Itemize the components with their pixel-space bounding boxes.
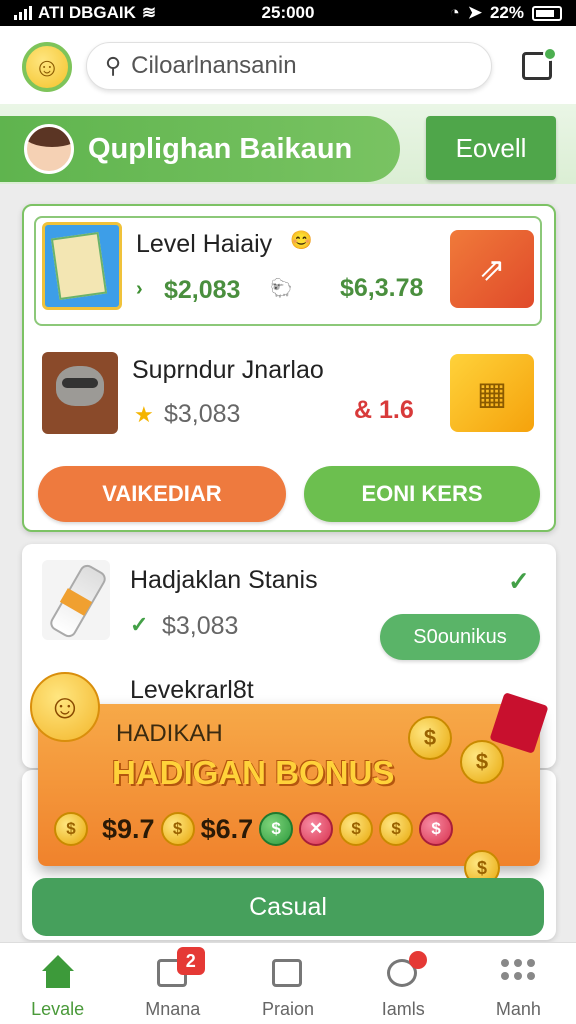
bonus-amount: $9.7 bbox=[102, 813, 155, 844]
item-action-button[interactable]: S0ounikus bbox=[380, 614, 540, 660]
basket-button[interactable]: ▦ bbox=[450, 354, 534, 432]
chat-bubble-icon bbox=[383, 951, 428, 991]
sheep-icon: 🐑 bbox=[270, 278, 293, 298]
battery-percent: 22% bbox=[489, 3, 524, 22]
banner-title: Quplighan Baikaun bbox=[88, 132, 353, 165]
tab-label: Praion bbox=[261, 999, 315, 1019]
tab-label: Manh bbox=[495, 999, 541, 1019]
grid-menu-icon bbox=[498, 955, 538, 991]
status-right: ◔ ➤ 22% bbox=[449, 3, 562, 23]
home-icon bbox=[38, 955, 78, 991]
message-icon[interactable] bbox=[522, 47, 557, 80]
coin-icon: $ bbox=[160, 812, 195, 846]
status-bar: ATI DBGAIK ≋ 25:000 ◔ ➤ 22% bbox=[0, 0, 576, 26]
promo-banner: Quplighan Baikaun Eovell bbox=[0, 104, 576, 184]
banner-pill: Quplighan Baikaun bbox=[0, 116, 400, 182]
bonus-popup[interactable]: ☺ HADIKAH HADIGAN BONUS $ $ $ $9.7 $ $6.… bbox=[30, 672, 549, 886]
close-coin-icon[interactable]: ✕ bbox=[299, 812, 334, 846]
casual-button[interactable]: Casual bbox=[32, 878, 544, 936]
tab-label: Iamls bbox=[381, 999, 425, 1019]
tab-mnana[interactable]: 2 Mnana bbox=[115, 943, 230, 1024]
bonus-amount: $6.7 bbox=[200, 813, 254, 844]
check-icon: ✓ bbox=[130, 612, 149, 637]
tab-label: Levale bbox=[31, 999, 85, 1019]
alert-dot bbox=[409, 951, 428, 969]
item-title: Level Haiaiy bbox=[136, 230, 273, 258]
tab-levale[interactable]: Levale bbox=[0, 943, 115, 1024]
item-thumbnail-book bbox=[42, 222, 122, 310]
item-price-right: $6,3.78 bbox=[340, 274, 424, 302]
checklist-icon bbox=[268, 955, 308, 991]
location-icon: ➤ bbox=[467, 3, 482, 22]
arrow-icon: › bbox=[136, 278, 143, 300]
star-icon: ★ bbox=[134, 402, 154, 427]
popup-subtitle: HADIKAH bbox=[116, 720, 223, 747]
chart-button[interactable]: ⇗ bbox=[450, 230, 534, 308]
item-price: $3,083 bbox=[164, 400, 241, 428]
coin-icon: $ bbox=[339, 812, 374, 846]
item-thumbnail-raccoon bbox=[42, 352, 118, 434]
coin-icon: $ bbox=[408, 716, 452, 760]
item-title: Suprndur Jnarlao bbox=[132, 356, 324, 384]
next-item-title: Levekrarl8t bbox=[130, 676, 254, 704]
item-thumbnail-bottle bbox=[42, 560, 110, 640]
item-price-right: & 1.6 bbox=[354, 396, 414, 424]
item-price: $2,083 bbox=[164, 276, 241, 304]
item-price: $3,083 bbox=[162, 612, 239, 640]
coin-icon: $ bbox=[379, 812, 414, 846]
featured-card: Level Haiaiy 😊 › $2,083 🐑 $6,3.78 ⇗ Supr… bbox=[22, 204, 556, 532]
search-input[interactable]: Ciloarlnansanin bbox=[131, 52, 296, 80]
check-icon: ✓ bbox=[508, 566, 530, 596]
notification-badge: 2 bbox=[176, 947, 205, 975]
search-bar[interactable]: ⚲ Ciloarlnansanin bbox=[86, 42, 492, 90]
alarm-icon: ◔ bbox=[449, 3, 460, 22]
green-coin-icon: $ bbox=[259, 812, 294, 846]
left-action-button[interactable]: VAIKEDIAR bbox=[38, 466, 286, 522]
profile-avatar-icon[interactable]: ☺ bbox=[22, 42, 72, 92]
inbox-icon: 2 bbox=[153, 947, 205, 991]
banner-button[interactable]: Eovell bbox=[426, 116, 556, 180]
smile-face-icon: ☺ bbox=[30, 672, 100, 742]
tab-manh[interactable]: Manh bbox=[461, 943, 576, 1024]
popup-title: HADIGAN BONUS bbox=[112, 754, 395, 791]
bottom-tab-bar: Levale 2 Mnana Praion Iamls Manh bbox=[0, 942, 576, 1024]
tab-label: Mnana bbox=[145, 999, 201, 1019]
top-bar: ☺ ⚲ Ciloarlnansanin bbox=[0, 26, 576, 104]
popup-amount-row: $ $9.7 $ $6.7 $ ✕ $ $ $ bbox=[54, 812, 454, 846]
right-action-button[interactable]: EONI KERS bbox=[304, 466, 540, 522]
smile-icon: 😊 bbox=[290, 230, 313, 250]
tab-praion[interactable]: Praion bbox=[230, 943, 345, 1024]
tab-iamls[interactable]: Iamls bbox=[346, 943, 461, 1024]
coin-icon: $ bbox=[54, 812, 88, 846]
red-coin-icon: $ bbox=[419, 812, 454, 846]
battery-icon bbox=[532, 5, 562, 21]
coin-icon: $ bbox=[460, 740, 504, 784]
item-title: Hadjaklan Stanis bbox=[130, 566, 318, 594]
banner-avatar bbox=[24, 124, 74, 174]
search-icon: ⚲ bbox=[105, 53, 122, 78]
